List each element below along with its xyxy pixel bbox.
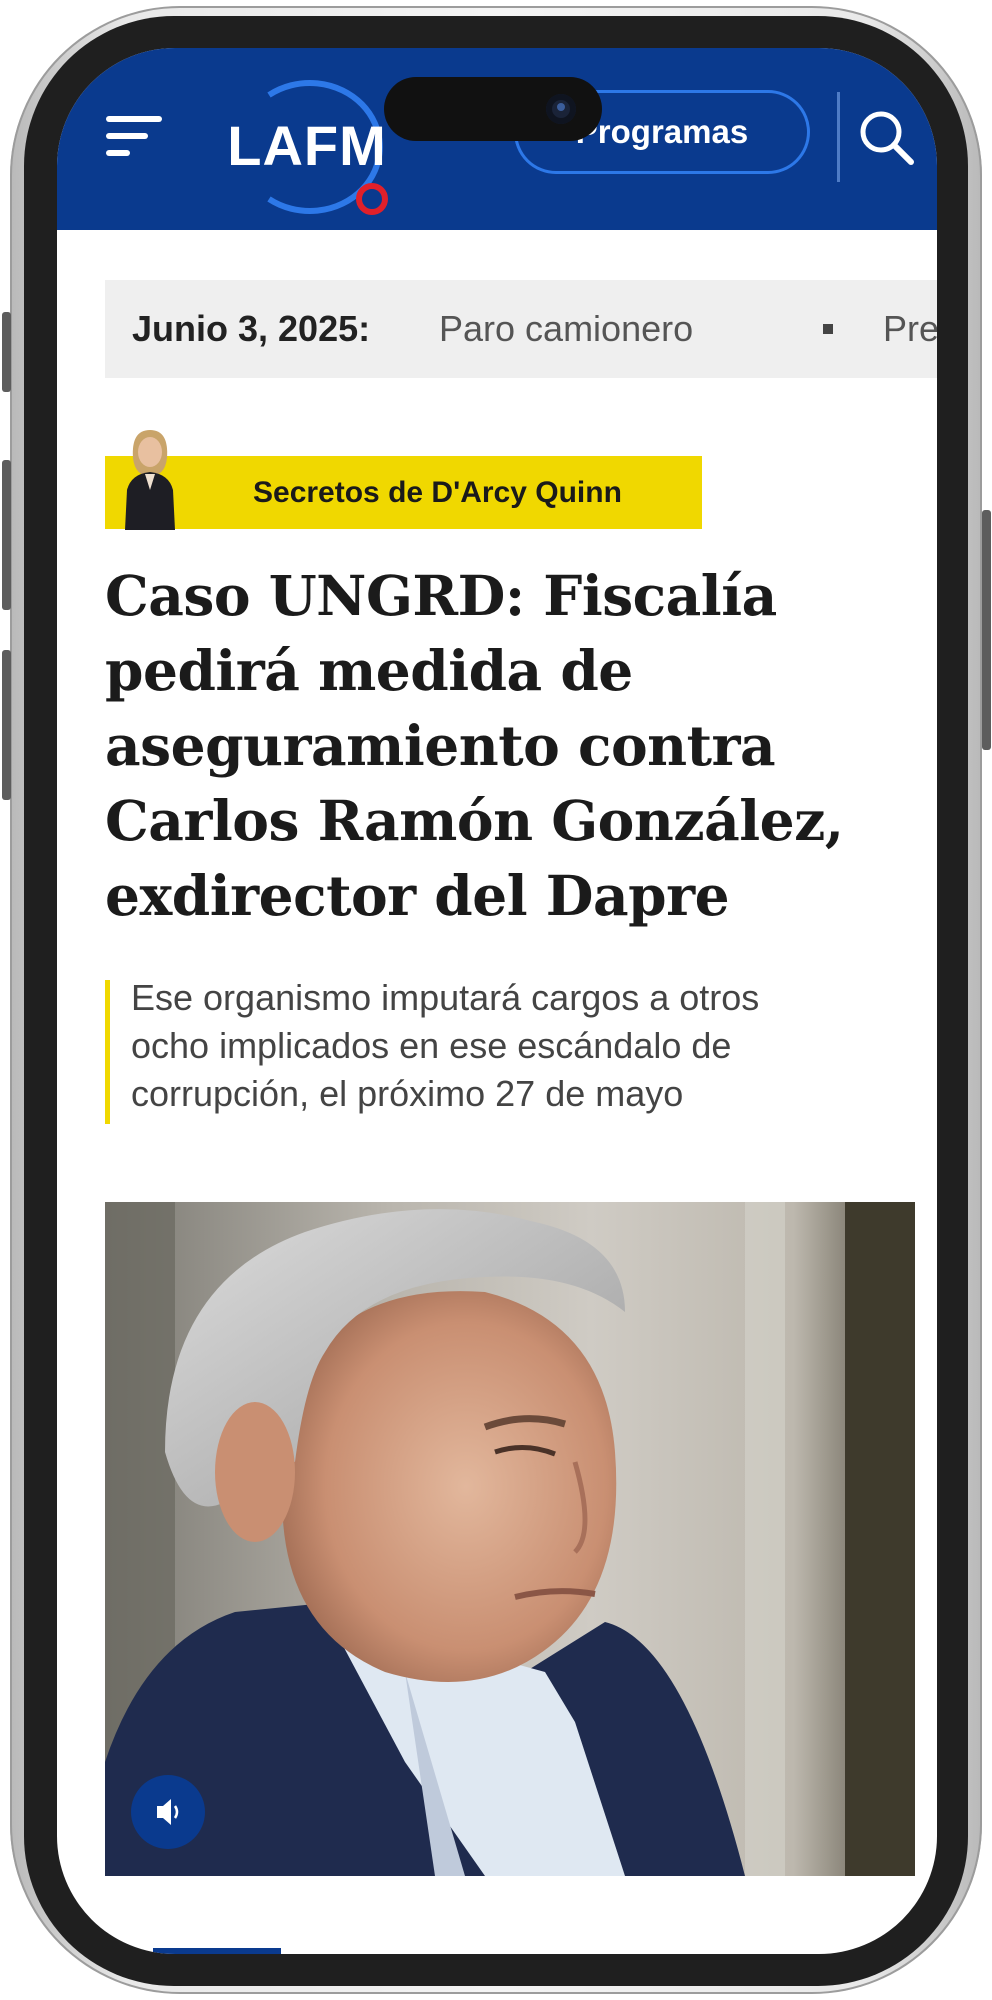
audio-play-button[interactable]	[131, 1775, 205, 1849]
header-divider	[837, 92, 840, 182]
author-avatar	[105, 424, 195, 530]
logo-text: LAFM	[227, 114, 387, 177]
summary-line: ocho implicados en ese escándalo de	[131, 1025, 732, 1066]
ticker-date: Junio 3, 2025:	[132, 308, 371, 349]
article-photo	[105, 1202, 915, 1876]
screen: LAFM Programas Junio 3, 2025: Paro camio…	[57, 48, 937, 1954]
headline-line: aseguramiento contra	[105, 713, 776, 778]
ticker-item[interactable]: Pres	[883, 280, 937, 378]
speaker-icon	[157, 1799, 179, 1825]
summary-line: corrupción, el próximo 27 de mayo	[131, 1073, 684, 1114]
headline-line: exdirector del Dapre	[105, 863, 730, 928]
phone-volume-up-button	[2, 460, 11, 610]
headline-line: Carlos Ramón González,	[105, 788, 844, 853]
summary-accent-bar	[105, 980, 110, 1124]
front-camera	[546, 94, 576, 124]
ticker-item[interactable]: Paro camionero	[439, 280, 693, 378]
site-logo[interactable]: LAFM	[207, 73, 407, 223]
article-headline: Caso UNGRD: Fiscalía pedirá medida de as…	[105, 558, 905, 933]
article-summary: Ese organismo imputará cargos a otros oc…	[131, 974, 911, 1118]
phone-volume-down-button	[2, 650, 11, 800]
search-icon[interactable]	[857, 108, 917, 168]
headline-line: Caso UNGRD: Fiscalía	[105, 563, 777, 628]
dynamic-island	[384, 77, 602, 141]
author-badge-label: Secretos de D'Arcy Quinn	[253, 476, 622, 509]
summary-line: Ese organismo imputará cargos a otros	[131, 977, 760, 1018]
portrait-image	[105, 1202, 915, 1876]
phone-power-button	[982, 510, 991, 750]
headline-line: pedirá medida de	[105, 638, 633, 703]
next-section-accent	[153, 1948, 281, 1954]
phone-action-button	[2, 312, 11, 392]
ticker-separator	[823, 324, 833, 334]
trending-ticker: Junio 3, 2025: Paro camionero Pres	[105, 280, 937, 378]
menu-icon[interactable]	[106, 116, 166, 160]
